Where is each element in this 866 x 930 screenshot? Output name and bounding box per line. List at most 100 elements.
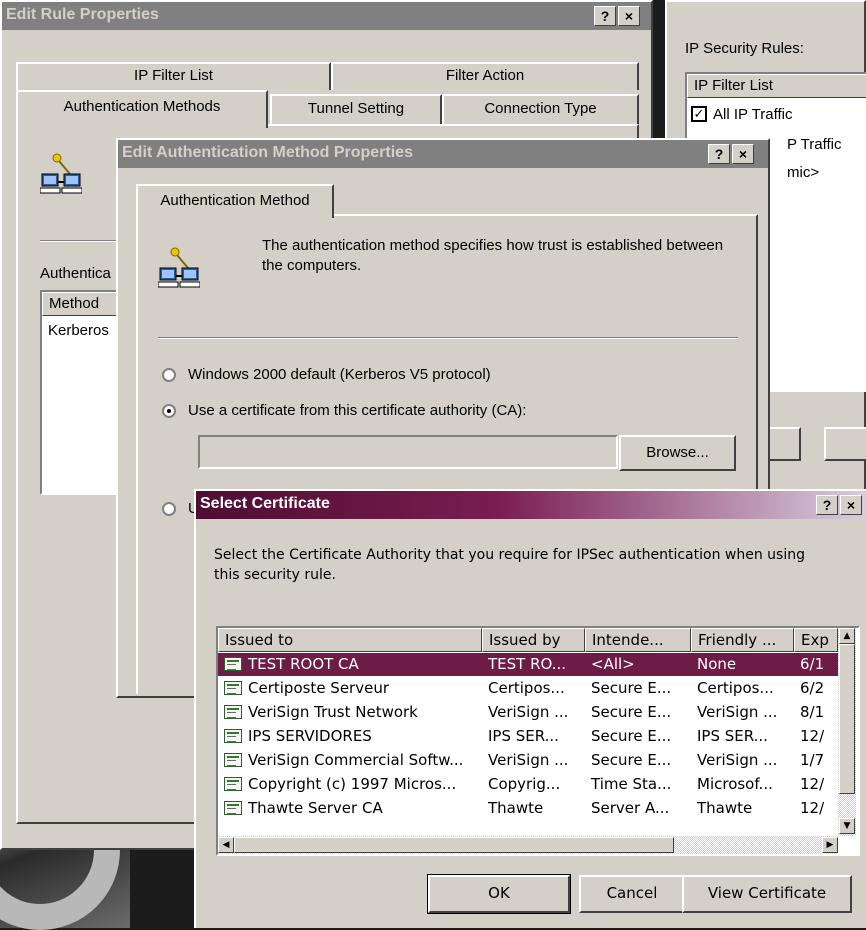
help-icon[interactable]: ?: [594, 6, 616, 26]
cell-issued-to: Certiposte Serveur: [248, 679, 390, 697]
cell-issued-by: TEST RO...: [488, 655, 567, 673]
horizontal-scroll-thumb[interactable]: [234, 837, 674, 853]
column-expiration[interactable]: Exp: [794, 628, 838, 652]
table-row[interactable]: IPS SERVIDORES IPS SER... Secure E... IP…: [218, 725, 838, 748]
auth-method-row[interactable]: Kerberos: [48, 322, 109, 339]
cell-friendly: Certipos...: [697, 679, 774, 697]
certificate-icon: [224, 705, 242, 719]
certificate-icon: [224, 801, 242, 815]
select-certificate-dialog: Select Certificate ? × Select the Certif…: [194, 489, 866, 928]
tab-filter-action[interactable]: Filter Action: [331, 62, 639, 90]
ip-security-rules-label: IP Security Rules:: [685, 40, 804, 57]
table-row[interactable]: Thawte Server CA Thawte Server A... Thaw…: [218, 797, 838, 820]
authentication-label: Authentica: [40, 265, 111, 282]
certificate-icon: [224, 681, 242, 695]
vertical-scrollbar[interactable]: ▲ ▼: [838, 628, 856, 836]
cell-friendly: None: [697, 655, 737, 673]
radio-certificate-label[interactable]: Use a certificate from this certificate …: [188, 402, 526, 419]
cell-intended: Server A...: [591, 799, 670, 817]
table-row[interactable]: VeriSign Trust Network VeriSign ... Secu…: [218, 701, 838, 724]
edit-auth-title: Edit Authentication Method Properties: [122, 144, 413, 161]
column-issued-by[interactable]: Issued by: [482, 628, 585, 652]
cell-issued-by: VeriSign ...: [488, 703, 569, 721]
rule-row-partial-1[interactable]: P Traffic: [787, 136, 841, 153]
tab-authentication-method[interactable]: Authentication Method: [136, 184, 334, 218]
browse-button[interactable]: Browse...: [619, 435, 736, 471]
edit-rule-titlebar[interactable]: Edit Rule Properties ? ×: [2, 2, 651, 30]
edit-auth-separator: [158, 337, 738, 339]
table-row[interactable]: VeriSign Commercial Softw... VeriSign ..…: [218, 749, 838, 772]
scroll-right-icon[interactable]: ▶: [822, 837, 838, 853]
cell-intended: Time Sta...: [591, 775, 672, 793]
cell-friendly: Microsof...: [697, 775, 773, 793]
close-icon[interactable]: ×: [840, 495, 862, 515]
cell-expiration: 6/2: [800, 679, 825, 697]
cell-expiration: 12/: [800, 775, 825, 793]
column-friendly[interactable]: Friendly ...: [691, 628, 794, 652]
cell-friendly: VeriSign ...: [697, 751, 778, 769]
cell-expiration: 8/1: [800, 703, 825, 721]
cell-friendly: Thawte: [697, 799, 753, 817]
rule-checkbox[interactable]: ✓: [691, 106, 707, 122]
edit-auth-titlebar[interactable]: Edit Authentication Method Properties ? …: [118, 140, 768, 168]
certificate-list[interactable]: Issued to Issued by Intende... Friendly …: [216, 626, 860, 856]
scroll-up-icon[interactable]: ▲: [839, 628, 855, 644]
column-issued-to[interactable]: Issued to: [218, 628, 482, 652]
cancel-button[interactable]: Cancel: [579, 875, 685, 913]
help-icon[interactable]: ?: [708, 144, 730, 164]
help-icon[interactable]: ?: [816, 495, 838, 515]
certificate-icon: [224, 729, 242, 743]
cell-issued-to: Copyright (c) 1997 Micros...: [248, 775, 457, 793]
edit-rule-title: Edit Rule Properties: [6, 6, 159, 23]
horizontal-scrollbar[interactable]: ◀ ▶: [218, 836, 838, 854]
table-row[interactable]: Certiposte Serveur Certipos... Secure E.…: [218, 677, 838, 700]
cell-intended: Secure E...: [591, 727, 672, 745]
certificate-instruction: Select the Certificate Authority that yo…: [214, 547, 805, 583]
close-icon[interactable]: ×: [618, 6, 640, 26]
cell-expiration: 12/: [800, 799, 825, 817]
cell-issued-by: Thawte: [488, 799, 544, 817]
ca-field[interactable]: [198, 435, 618, 469]
certificate-icon: [224, 777, 242, 791]
network-key-icon: [158, 247, 200, 288]
close-icon[interactable]: ×: [732, 144, 754, 164]
vertical-scroll-thumb[interactable]: [839, 644, 855, 794]
column-intended[interactable]: Intende...: [585, 628, 691, 652]
select-certificate-titlebar[interactable]: Select Certificate ? ×: [196, 491, 866, 519]
certificate-icon: [224, 753, 242, 767]
cell-intended: Secure E...: [591, 679, 672, 697]
tab-tunnel-setting[interactable]: Tunnel Setting: [270, 94, 442, 124]
cell-issued-to: VeriSign Commercial Softw...: [248, 751, 464, 769]
ok-button[interactable]: OK: [427, 874, 571, 914]
rule-row-partial-2[interactable]: mic>: [787, 164, 819, 181]
cell-intended: Secure E...: [591, 751, 672, 769]
cell-expiration: 12/: [800, 727, 825, 745]
rules-list-header[interactable]: IP Filter List: [687, 74, 866, 98]
cell-issued-to: IPS SERVIDORES: [248, 727, 372, 745]
cell-issued-by: Copyrig...: [488, 775, 561, 793]
background-button-2[interactable]: E: [824, 427, 866, 461]
cell-issued-to: TEST ROOT CA: [248, 655, 359, 673]
scroll-left-icon[interactable]: ◀: [218, 837, 234, 853]
auth-description: The authentication method specifies how …: [262, 237, 724, 274]
cell-friendly: VeriSign ...: [697, 703, 778, 721]
cell-issued-to: VeriSign Trust Network: [248, 703, 418, 721]
radio-kerberos[interactable]: [162, 368, 176, 382]
cell-expiration: 6/1: [800, 655, 825, 673]
table-row[interactable]: Copyright (c) 1997 Micros... Copyrig... …: [218, 773, 838, 796]
select-certificate-title: Select Certificate: [200, 495, 330, 512]
table-row[interactable]: TEST ROOT CA TEST RO... <All> None 6/1: [218, 653, 838, 676]
tab-connection-type[interactable]: Connection Type: [442, 94, 639, 124]
radio-kerberos-label[interactable]: Windows 2000 default (Kerberos V5 protoc…: [188, 366, 491, 383]
radio-third-option[interactable]: [162, 502, 176, 516]
tab-ip-filter-list[interactable]: IP Filter List: [16, 62, 331, 90]
cell-issued-by: Certipos...: [488, 679, 565, 697]
radio-certificate[interactable]: [162, 404, 176, 418]
rule-row-all-ip[interactable]: All IP Traffic: [713, 106, 792, 123]
scroll-down-icon[interactable]: ▼: [839, 818, 855, 834]
cell-issued-by: VeriSign ...: [488, 751, 569, 769]
network-key-icon: [40, 153, 82, 194]
view-certificate-button[interactable]: View Certificate: [682, 875, 852, 913]
cell-intended: <All>: [591, 655, 635, 673]
tab-authentication-methods[interactable]: Authentication Methods: [16, 90, 268, 128]
